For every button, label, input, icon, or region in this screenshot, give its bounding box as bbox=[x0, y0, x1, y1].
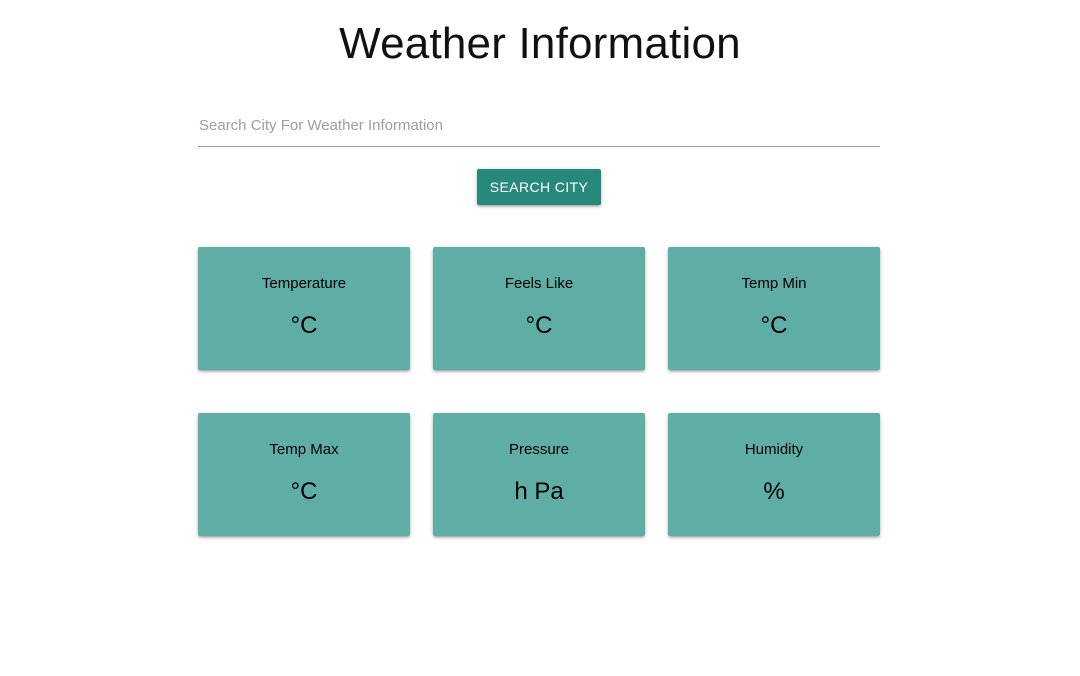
card-label: Temp Max bbox=[269, 441, 339, 458]
temperature-card: Temperature °C bbox=[198, 247, 410, 370]
card-value: h Pa bbox=[514, 478, 564, 505]
card-value: % bbox=[763, 478, 785, 505]
weather-cards-grid: Temperature °C Feels Like °C Temp Min °C… bbox=[198, 247, 880, 536]
card-value: °C bbox=[760, 312, 788, 339]
card-label: Humidity bbox=[744, 441, 804, 458]
card-value: °C bbox=[525, 312, 553, 339]
card-value: °C bbox=[290, 478, 318, 505]
search-input[interactable] bbox=[198, 106, 880, 144]
page-title: Weather Information bbox=[339, 19, 741, 68]
card-value: °C bbox=[290, 312, 318, 339]
card-label: Temp Min bbox=[741, 275, 807, 292]
humidity-card: Humidity % bbox=[668, 413, 880, 536]
card-label: Feels Like bbox=[504, 275, 574, 292]
temp-max-card: Temp Max °C bbox=[198, 413, 410, 536]
search-field bbox=[198, 106, 880, 147]
card-label: Pressure bbox=[508, 441, 570, 458]
weather-page: Weather Information SEARCH CITY Temperat… bbox=[0, 0, 1080, 676]
card-label: Temperature bbox=[261, 275, 347, 292]
temp-min-card: Temp Min °C bbox=[668, 247, 880, 370]
feels-like-card: Feels Like °C bbox=[433, 247, 645, 370]
pressure-card: Pressure h Pa bbox=[433, 413, 645, 536]
search-city-button[interactable]: SEARCH CITY bbox=[477, 169, 601, 205]
